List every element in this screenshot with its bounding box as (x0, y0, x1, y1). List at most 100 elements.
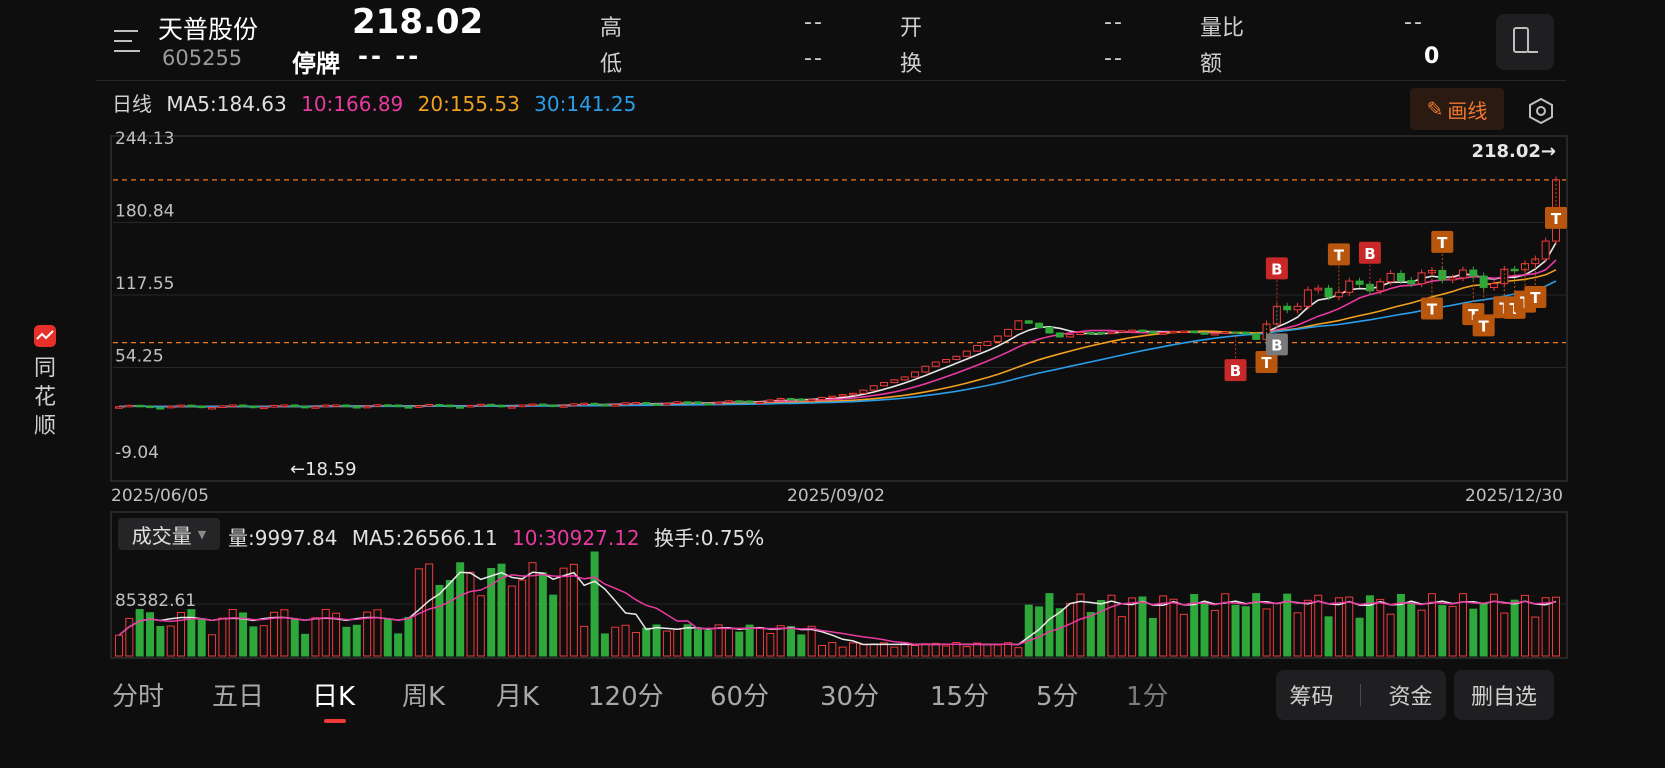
volume-bar (611, 626, 620, 657)
volume-bar (1510, 599, 1519, 657)
volume-bar (766, 632, 775, 657)
volume-bar (228, 609, 237, 657)
volume-bar (704, 630, 713, 657)
volume-bar (445, 580, 454, 657)
volume-bar (714, 624, 723, 657)
volume-bar (1355, 617, 1364, 657)
pill-divider (1360, 684, 1362, 706)
volume-bar (1531, 616, 1540, 657)
volume-bar (1241, 606, 1250, 657)
tab-1min[interactable]: 1分 (1126, 676, 1169, 713)
volume-bar (208, 634, 217, 657)
volume-bar (1200, 601, 1209, 657)
volume-bar (1148, 617, 1157, 657)
volume-bar (187, 609, 196, 657)
volume-bar (404, 616, 413, 657)
volume-bar (507, 585, 516, 657)
volume-bar (1520, 594, 1529, 657)
volume-bar (1107, 594, 1116, 657)
volume-bar (693, 629, 702, 657)
volume-bar (1169, 598, 1178, 657)
volume-indicator-label: 成交量 (131, 523, 192, 548)
volume-bar (518, 579, 527, 657)
tab-weekly-k[interactable]: 周K (402, 676, 445, 713)
volume-bar (321, 608, 330, 657)
tab-15min[interactable]: 15分 (930, 676, 989, 713)
volume-indicator-dropdown[interactable]: 成交量 ▼ (118, 518, 220, 550)
volume-bar (859, 644, 868, 657)
volume-bar (1541, 597, 1550, 657)
chips-funds-group: 筹码 资金 (1276, 670, 1446, 720)
volume-bar (1489, 593, 1498, 657)
volume-bar (1376, 598, 1385, 657)
volume-bar (538, 572, 547, 657)
dropdown-arrow-icon: ▼ (197, 527, 207, 541)
volume-bar (1086, 612, 1095, 657)
volume-bar (249, 626, 258, 657)
volume-bar (259, 625, 268, 657)
volume-bar (735, 631, 744, 657)
tab-5min[interactable]: 5分 (1036, 676, 1079, 713)
volume-bar (301, 633, 310, 657)
volume-bar (869, 644, 878, 657)
volume-bar (1469, 608, 1478, 657)
volume-bar (1303, 599, 1312, 657)
volume-bar (631, 631, 640, 657)
volume-bar (218, 617, 227, 657)
volume-bar (931, 642, 940, 657)
volume-bar (1386, 613, 1395, 657)
volume-bar (559, 567, 568, 657)
tab-daily-k[interactable]: 日K (312, 676, 355, 713)
volume-bar (1045, 593, 1054, 657)
volume-bar (197, 618, 206, 657)
volume-bar (600, 633, 609, 657)
volume-value: 量:9997.84 (228, 526, 338, 550)
volume-bar (1345, 596, 1354, 657)
volume-chart[interactable]: 85382.61 (0, 0, 1665, 670)
volume-bar (383, 618, 392, 657)
volume-bar (1417, 609, 1426, 657)
volume-bar (342, 626, 351, 657)
active-tab-indicator (324, 719, 346, 723)
volume-bar (828, 642, 837, 657)
volume-bar (156, 625, 165, 657)
volume-bar (1500, 612, 1509, 657)
volume-bar (311, 617, 320, 657)
volume-bar (755, 627, 764, 657)
volume-bar (1138, 596, 1147, 657)
volume-bar (776, 625, 785, 657)
tab-30min[interactable]: 30分 (820, 676, 879, 713)
volume-bar (1448, 605, 1457, 657)
tab-five-day[interactable]: 五日 (212, 676, 264, 713)
volume-bar (993, 644, 1002, 657)
tab-120min[interactable]: 120分 (588, 676, 664, 713)
volume-bar (352, 624, 361, 657)
volume-bar (280, 609, 289, 657)
volume-bar (125, 617, 134, 657)
turnover-rate: 换手:0.75% (654, 526, 765, 550)
tab-monthly-k[interactable]: 月K (496, 676, 539, 713)
volume-bar (549, 594, 558, 657)
volume-y-label: 85382.61 (115, 591, 196, 611)
volume-bar (1334, 597, 1343, 657)
volume-bar (652, 624, 661, 657)
volume-bar (1014, 647, 1023, 657)
volume-bar (786, 626, 795, 657)
volume-bar (1097, 599, 1106, 657)
volume-bar (135, 609, 144, 657)
volume-bar (1179, 613, 1188, 657)
volume-bar (1231, 604, 1240, 657)
volume-bar (590, 551, 599, 657)
funds-button[interactable]: 资金 (1388, 679, 1432, 711)
volume-bar (1024, 604, 1033, 657)
tab-intraday[interactable]: 分时 (112, 676, 164, 713)
chips-button[interactable]: 筹码 (1289, 679, 1333, 711)
volume-bar (817, 644, 826, 657)
volume-bar (1210, 609, 1219, 657)
remove-watchlist-button[interactable]: 删自选 (1454, 670, 1554, 720)
volume-bar (1117, 616, 1126, 657)
volume-bar (115, 634, 123, 657)
volume-bar (487, 567, 496, 657)
tab-60min[interactable]: 60分 (710, 676, 769, 713)
volume-bar (1076, 593, 1085, 657)
